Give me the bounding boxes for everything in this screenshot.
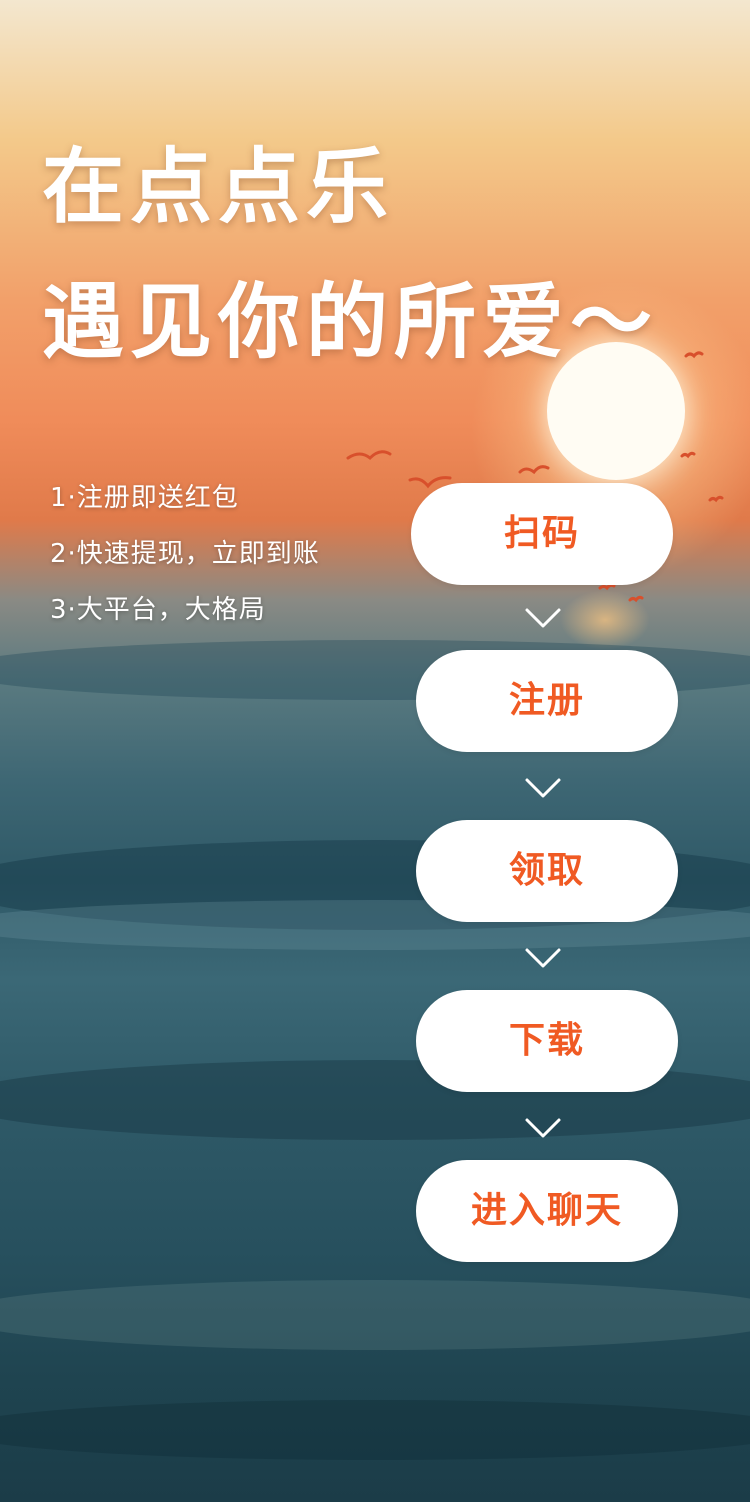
chevron-down-icon xyxy=(525,608,561,628)
feature-item: 3·大平台，大格局 xyxy=(50,595,266,625)
wave xyxy=(0,1400,750,1460)
headline-line-2: 遇见你的所爱～ xyxy=(42,275,659,370)
claim-button[interactable]: 领取 xyxy=(416,820,678,922)
scan-button[interactable]: 扫码 xyxy=(411,483,673,585)
register-button[interactable]: 注册 xyxy=(416,650,678,752)
wave xyxy=(0,1280,750,1350)
feature-item: 1·注册即送红包 xyxy=(50,483,239,513)
enter-chat-button[interactable]: 进入聊天 xyxy=(416,1160,678,1262)
feature-list: 1·注册即送红包 2·快速提现，立即到账 3·大平台，大格局 xyxy=(50,478,320,646)
chevron-down-icon xyxy=(525,1118,561,1138)
feature-item: 2·快速提现，立即到账 xyxy=(50,539,320,569)
download-button[interactable]: 下载 xyxy=(416,990,678,1092)
chevron-down-icon xyxy=(525,778,561,798)
headline-line-1: 在点点乐 xyxy=(42,140,395,235)
chevron-down-icon xyxy=(525,948,561,968)
